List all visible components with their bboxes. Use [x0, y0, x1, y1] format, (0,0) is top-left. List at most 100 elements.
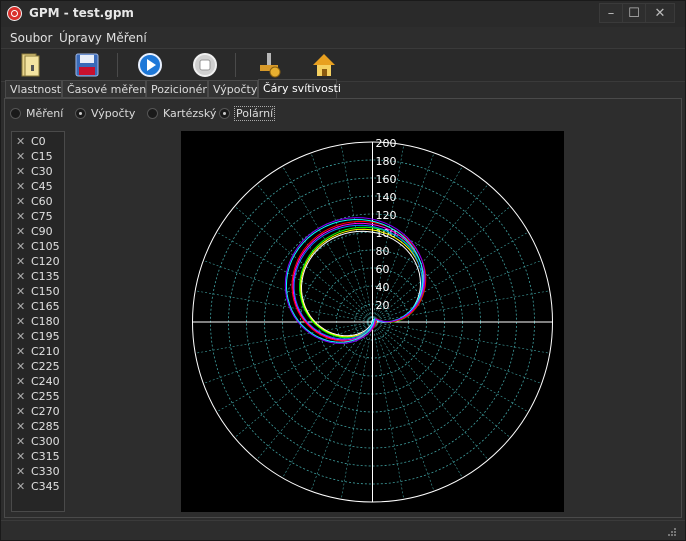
menu-soubor[interactable]: Soubor — [10, 31, 52, 45]
curve-label: C165 — [31, 300, 60, 313]
checkbox-x-icon[interactable]: ✕ — [16, 405, 25, 418]
checkbox-x-icon[interactable]: ✕ — [16, 300, 25, 313]
grid-spoke — [372, 290, 550, 323]
grid-spoke — [203, 321, 373, 384]
radial-tick-label: 20 — [376, 299, 390, 312]
grid-spoke — [195, 290, 373, 323]
tab-pozicioner[interactable]: Pozicionér — [146, 80, 208, 98]
curve-label: C150 — [31, 285, 60, 298]
polar-chart: 20 40 60 80 100 120 140 160 180 200 — [181, 131, 564, 512]
curve-label: C255 — [31, 390, 60, 403]
radial-tick-label: 140 — [376, 191, 397, 204]
checkbox-x-icon[interactable]: ✕ — [16, 165, 25, 178]
title-bar: GPM - test.gpm – ☐ ✕ — [1, 1, 685, 27]
play-icon[interactable] — [136, 51, 164, 79]
tab-cary-svitivosti[interactable]: Čáry svítivosti — [258, 79, 341, 99]
checkbox-x-icon[interactable]: ✕ — [16, 240, 25, 253]
radio-label: Kartézský — [163, 107, 217, 120]
checkbox-x-icon[interactable]: ✕ — [16, 465, 25, 478]
checkbox-x-icon[interactable]: ✕ — [16, 435, 25, 448]
checkbox-x-icon[interactable]: ✕ — [16, 330, 25, 343]
checkbox-x-icon[interactable]: ✕ — [16, 480, 25, 493]
checkbox-x-icon[interactable]: ✕ — [16, 195, 25, 208]
radial-tick-label: 80 — [376, 245, 390, 258]
maximize-button[interactable]: ☐ — [622, 3, 646, 23]
open-file-icon[interactable] — [17, 51, 45, 79]
checkbox-x-icon[interactable]: ✕ — [16, 375, 25, 388]
app-logo-icon — [7, 6, 22, 21]
radio-label: Výpočty — [91, 107, 136, 120]
tab-casove-mereni[interactable]: Časové měření — [62, 80, 149, 98]
tab-vypocty[interactable]: Výpočty — [208, 80, 258, 98]
grid-spoke — [372, 321, 405, 500]
menu-mereni[interactable]: Měření — [106, 31, 147, 45]
radial-tick-label: 60 — [376, 263, 390, 276]
curve-label: C0 — [31, 135, 46, 148]
intensity-curve — [300, 230, 422, 337]
radio-indicator — [75, 108, 86, 119]
curve-label: C120 — [31, 255, 60, 268]
close-button[interactable]: ✕ — [645, 3, 675, 23]
checkbox-x-icon[interactable]: ✕ — [16, 360, 25, 373]
minimize-button[interactable]: – — [599, 3, 623, 23]
grid-spoke — [310, 321, 373, 492]
grid-spoke — [372, 321, 511, 438]
window-title: GPM - test.gpm — [29, 6, 134, 20]
positioner-icon[interactable] — [255, 51, 283, 79]
curve-label: C30 — [31, 165, 53, 178]
toolbar-separator — [235, 53, 236, 77]
checkbox-x-icon[interactable]: ✕ — [16, 420, 25, 433]
curve-label: C210 — [31, 345, 60, 358]
radial-tick-label: 180 — [376, 155, 397, 168]
curve-label: C90 — [31, 225, 53, 238]
curve-label: C60 — [31, 195, 53, 208]
radial-tick-label: 120 — [376, 209, 397, 222]
radio-label: Polární — [234, 106, 276, 121]
tab-vlastnosti[interactable]: Vlastnosti — [5, 80, 64, 98]
grid-spoke — [372, 321, 529, 413]
menu-upravy[interactable]: Úpravy — [59, 31, 102, 45]
home-icon[interactable] — [310, 51, 338, 79]
status-bar — [1, 520, 685, 541]
checkbox-x-icon[interactable]: ✕ — [16, 315, 25, 328]
radio-indicator — [10, 108, 21, 119]
radio-indicator — [219, 108, 230, 119]
checkbox-x-icon[interactable]: ✕ — [16, 180, 25, 193]
curve-label: C300 — [31, 435, 60, 448]
polar-chart-svg: 20406080100120140160180200 — [192, 137, 553, 503]
curve-list[interactable]: ✕ C0 ✕ C15 ✕ C30 ✕ C45 ✕ C60 ✕ C75 ✕ C90 ✕ C105 ✕ C120 ✕ C1… — [11, 131, 65, 512]
radio-label: Měření — [26, 107, 64, 120]
checkbox-x-icon[interactable]: ✕ — [16, 270, 25, 283]
checkbox-x-icon[interactable]: ✕ — [16, 390, 25, 403]
grid-spoke — [372, 206, 511, 323]
checkbox-x-icon[interactable]: ✕ — [16, 150, 25, 163]
curve-label: C135 — [31, 270, 60, 283]
radio-indicator — [147, 108, 158, 119]
curve-label: C315 — [31, 450, 60, 463]
grid-spoke — [372, 321, 489, 461]
checkbox-x-icon[interactable]: ✕ — [16, 225, 25, 238]
checkbox-x-icon[interactable]: ✕ — [16, 285, 25, 298]
checkbox-x-icon[interactable]: ✕ — [16, 210, 25, 223]
toolbar-separator — [117, 53, 118, 77]
checkbox-x-icon[interactable]: ✕ — [16, 345, 25, 358]
main-window: GPM - test.gpm – ☐ ✕ Soubor Úpravy Měřen… — [0, 0, 686, 541]
curve-label: C195 — [31, 330, 60, 343]
intensity-curve — [300, 228, 424, 338]
checkbox-x-icon[interactable]: ✕ — [16, 450, 25, 463]
curve-label: C15 — [31, 150, 53, 163]
checkbox-x-icon[interactable]: ✕ — [16, 255, 25, 268]
grid-spoke — [372, 260, 542, 323]
radial-tick-label: 200 — [376, 137, 397, 150]
grid-spoke — [372, 231, 529, 323]
grid-spoke — [340, 321, 373, 500]
radial-tick-label: 160 — [376, 173, 397, 186]
curve-label: C45 — [31, 180, 53, 193]
curve-label: C345 — [31, 480, 60, 493]
save-icon[interactable] — [73, 51, 101, 79]
resize-grip-icon[interactable] — [667, 527, 677, 537]
curve-label: C105 — [31, 240, 60, 253]
stop-icon[interactable] — [191, 51, 219, 79]
grid-spoke — [372, 321, 463, 479]
checkbox-x-icon[interactable]: ✕ — [16, 135, 25, 148]
